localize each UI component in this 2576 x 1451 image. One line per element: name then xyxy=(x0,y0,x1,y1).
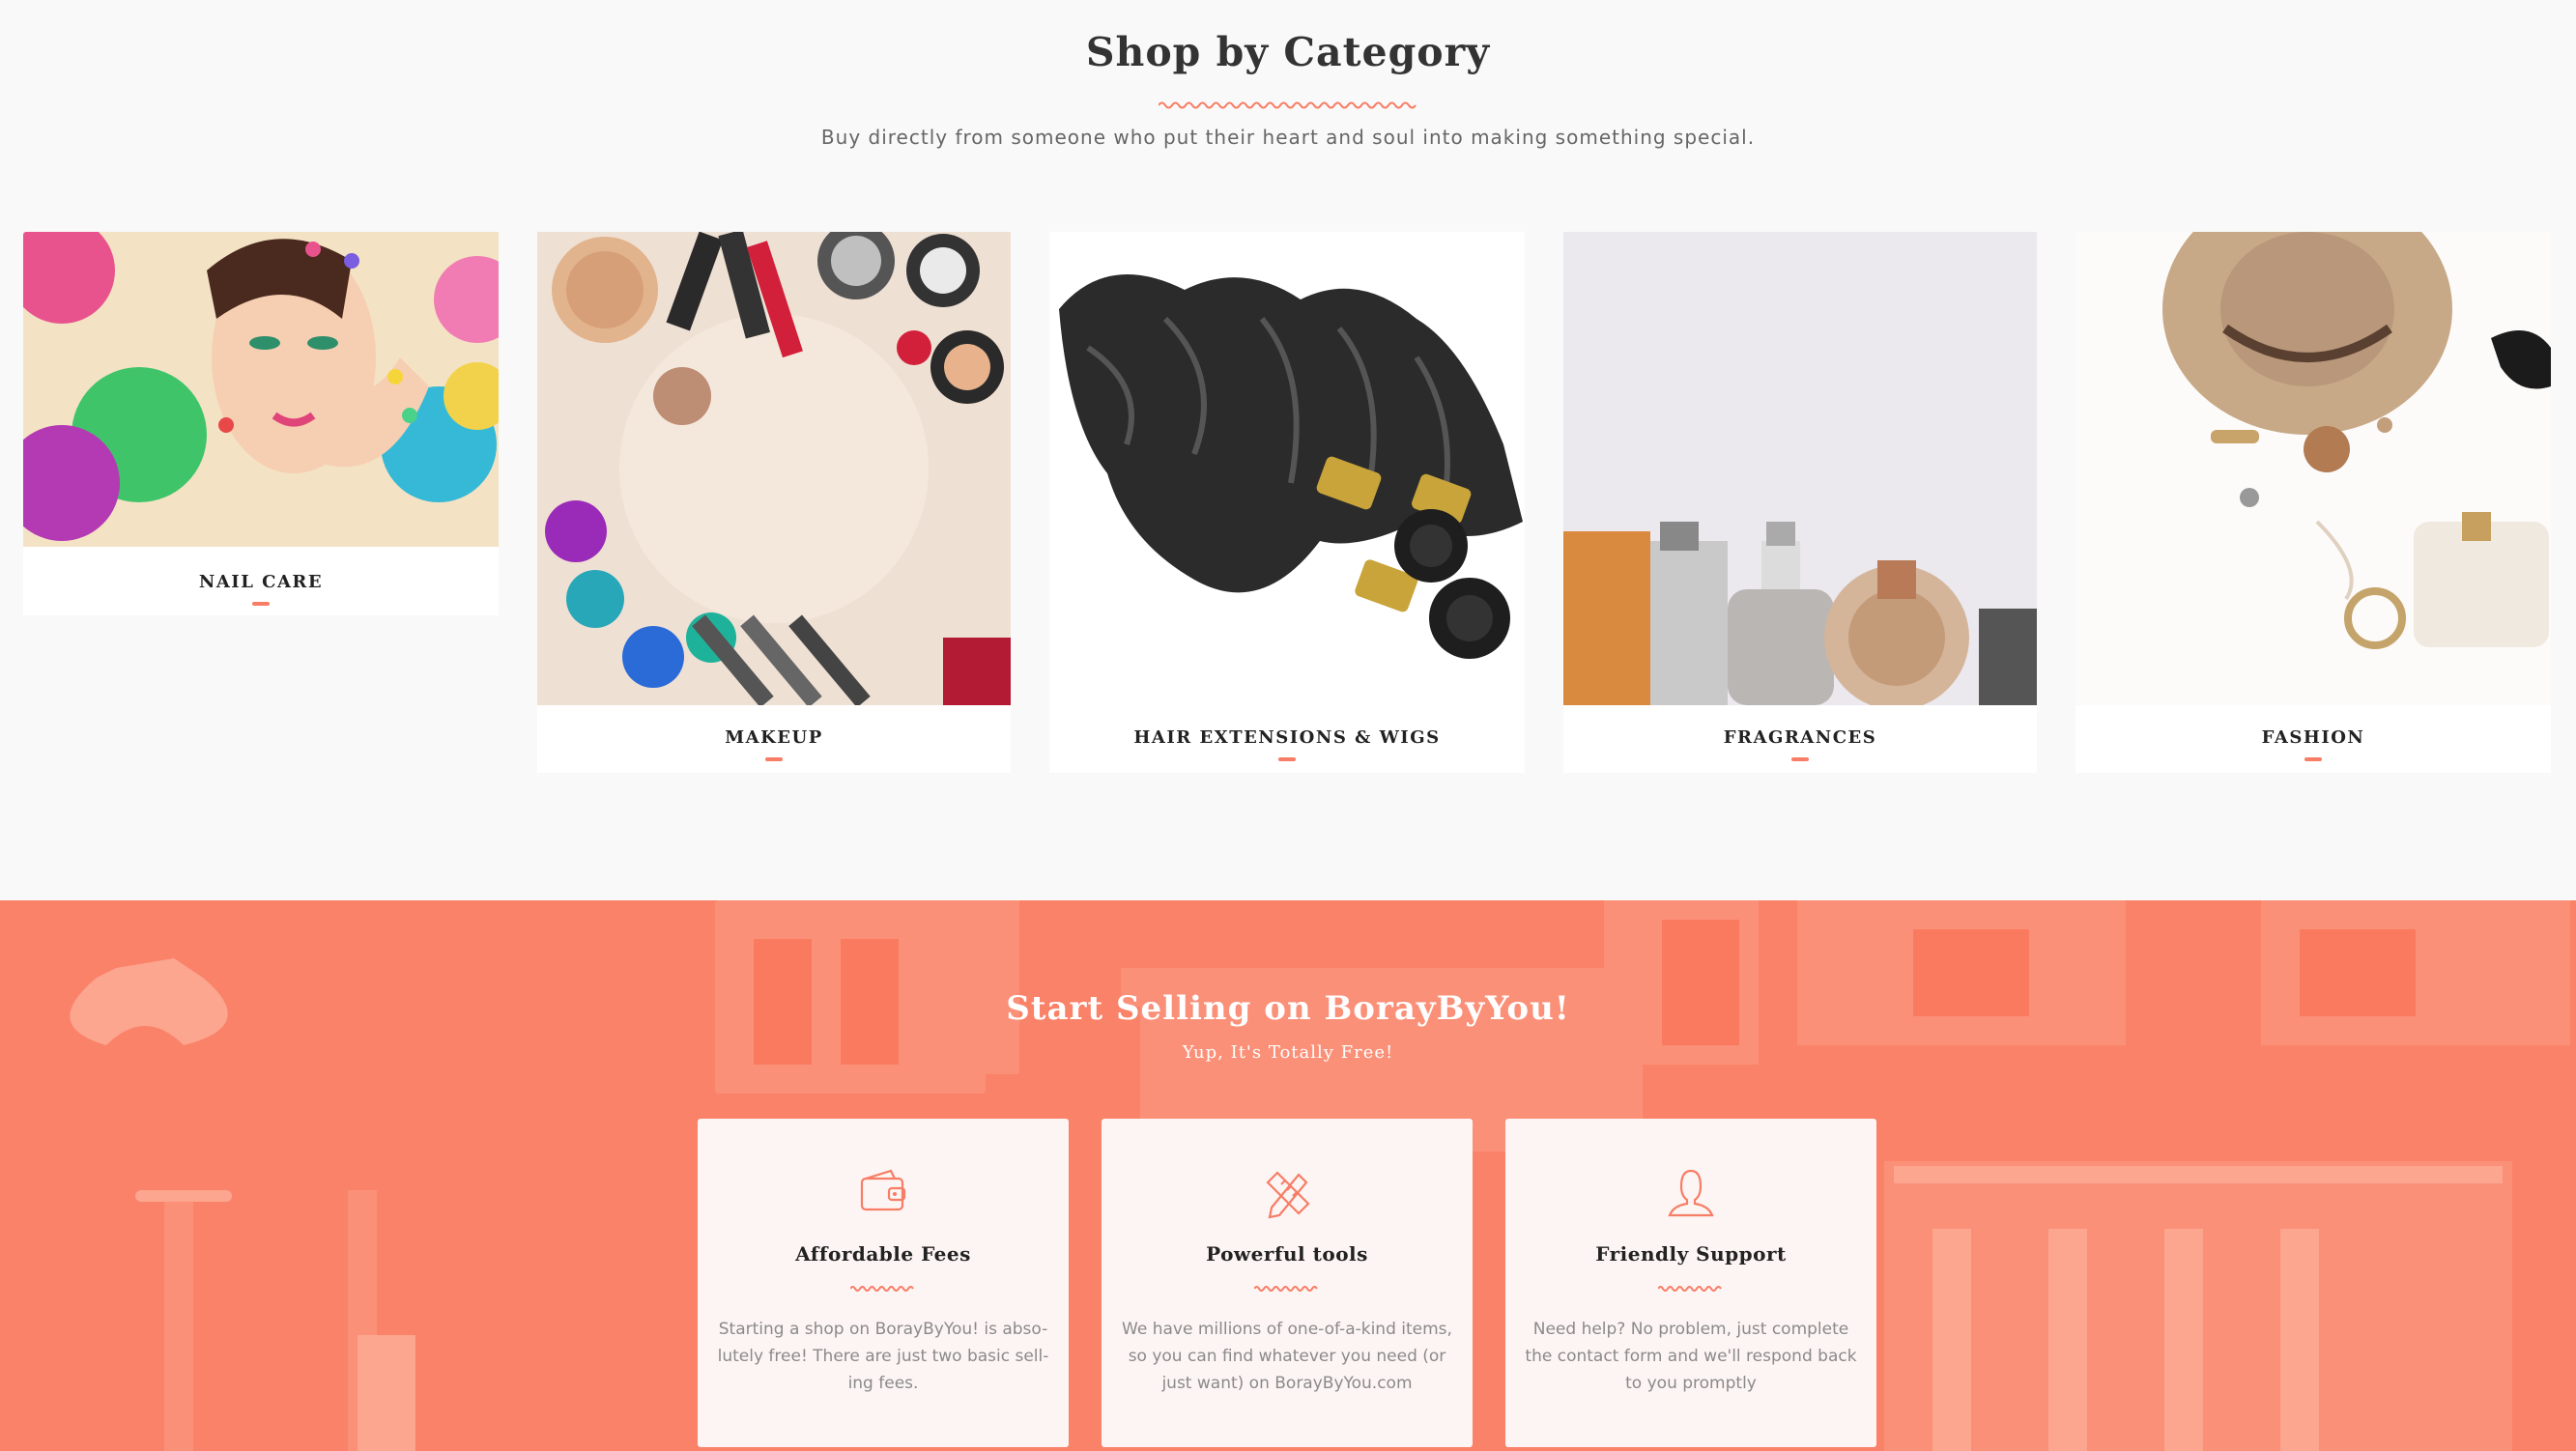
sell-title: Start Selling on BorayByYou! xyxy=(1006,989,1570,1028)
category-label[interactable]: MAKEUP xyxy=(537,727,1011,748)
category-card-fashion[interactable]: FASHION xyxy=(2075,232,2551,773)
hair-extensions-image[interactable] xyxy=(1049,232,1525,705)
feature-card-affordable-fees: Affordable Fees Starting a shop on Boray… xyxy=(698,1119,1069,1447)
section-title: Shop by Category xyxy=(1085,29,1491,75)
feature-wavy-divider xyxy=(1254,1286,1318,1292)
category-card-fragrances[interactable]: FRAGRANCES xyxy=(1563,232,2037,773)
start-selling-section: Start Selling on BorayByYou! Yup, It's T… xyxy=(0,900,2576,1451)
label-underline xyxy=(1278,757,1296,761)
feature-card-powerful-tools: Powerful tools We have millions of one-o… xyxy=(1102,1119,1473,1447)
category-label[interactable]: FASHION xyxy=(2075,727,2551,748)
wallet-icon xyxy=(860,1169,906,1211)
feature-description: We have millions of one-of-a-kind items,… xyxy=(1122,1320,1452,1393)
pencil-ruler-icon xyxy=(1266,1171,1310,1219)
section-subtitle: Buy directly from someone who put their … xyxy=(820,126,1756,149)
label-underline xyxy=(2304,757,2322,761)
category-card-hair-extensions[interactable]: HAIR EXTENSIONS & WIGS xyxy=(1049,232,1525,773)
feature-wavy-divider xyxy=(850,1286,914,1292)
feature-description: Need help? No problem, just complete the… xyxy=(1525,1320,1857,1393)
feature-wavy-divider xyxy=(1658,1286,1722,1292)
shop-by-category-section: Shop by Category Buy directly from someo… xyxy=(0,0,2576,900)
category-label[interactable]: HAIR EXTENSIONS & WIGS xyxy=(1049,727,1525,748)
sell-subtitle: Yup, It's Totally Free! xyxy=(1182,1042,1394,1063)
feature-description: Starting a shop on BorayByYou! is abso-l… xyxy=(717,1320,1049,1393)
feature-title: Affordable Fees xyxy=(795,1242,971,1266)
category-label[interactable]: FRAGRANCES xyxy=(1563,727,2037,748)
fashion-image[interactable] xyxy=(2075,232,2551,705)
label-underline xyxy=(765,757,783,761)
category-card-makeup[interactable]: MAKEUP xyxy=(537,232,1011,773)
label-underline xyxy=(1791,757,1809,761)
makeup-image[interactable] xyxy=(537,232,1011,705)
label-underline xyxy=(252,602,270,606)
fragrances-image[interactable] xyxy=(1563,232,2037,705)
nail-care-image[interactable] xyxy=(23,232,499,547)
category-label[interactable]: NAIL CARE xyxy=(23,572,499,592)
title-wavy-divider xyxy=(1159,101,1417,109)
support-person-icon xyxy=(1668,1169,1714,1217)
feature-title: Friendly Support xyxy=(1595,1242,1787,1266)
feature-card-friendly-support: Friendly Support Need help? No problem, … xyxy=(1505,1119,1876,1447)
feature-title: Powerful tools xyxy=(1206,1242,1368,1266)
category-card-nail-care[interactable]: NAIL CARE xyxy=(23,232,499,615)
